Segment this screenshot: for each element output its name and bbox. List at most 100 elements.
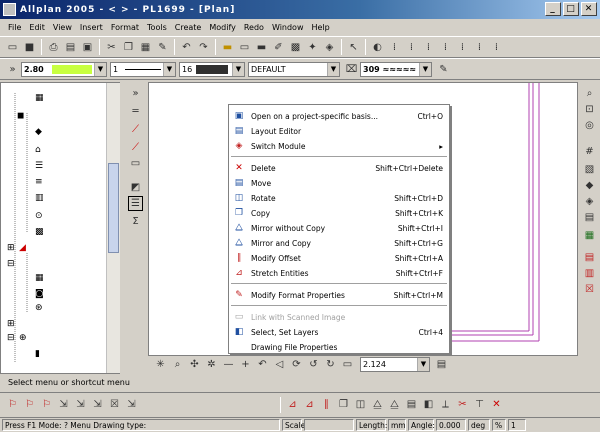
project-tree[interactable]: ▦ ◼ ◆ ⌂ ☰ ≡ ▥ ⊙ ▩ ⊞ ◢ ⊟ ▦ ◙ ⊛ ⊞ ⊟ ⊕ ▮ bbox=[0, 82, 120, 374]
snap-icon-6[interactable]: ⇲ bbox=[90, 397, 105, 412]
grid-icon-1[interactable]: ⁞ bbox=[387, 40, 402, 55]
draw-line-icon[interactable]: ⟋ bbox=[128, 122, 143, 137]
hatch-tool-icon[interactable]: ◩ bbox=[128, 180, 143, 195]
layer-select[interactable]: DEFAULT ▼ bbox=[248, 61, 340, 77]
text-tool-icon[interactable]: ☰ bbox=[128, 196, 143, 211]
minus-icon[interactable]: — bbox=[221, 357, 236, 372]
menu-item-stretch-entities[interactable]: ⊿ Stretch Entities Shift+Ctrl+F bbox=[229, 266, 449, 280]
expand-icon[interactable]: » bbox=[5, 62, 20, 77]
wire-icon[interactable]: ▤ bbox=[582, 210, 597, 225]
chevron-down-icon[interactable]: ▼ bbox=[94, 62, 106, 76]
grid-icon-7[interactable]: ⁞ bbox=[489, 40, 504, 55]
snap-icon-8[interactable]: ⇲ bbox=[124, 397, 139, 412]
menu-item-delete[interactable]: ✕ Delete Shift+Ctrl+Delete bbox=[229, 161, 449, 175]
mirror-copy-tool-icon[interactable]: ⧋ bbox=[387, 397, 402, 412]
layer-icon[interactable]: ▬ bbox=[220, 40, 235, 55]
render-icon[interactable]: ◈ bbox=[582, 194, 597, 209]
pan-icon[interactable]: ✳ bbox=[153, 357, 168, 372]
trim-tool-icon[interactable]: ✂ bbox=[455, 397, 470, 412]
redo-view-icon[interactable]: ↻ bbox=[323, 357, 338, 372]
menu-redo[interactable]: Redo bbox=[240, 23, 268, 32]
zoom-icon[interactable]: ⌕ bbox=[582, 86, 597, 101]
chevron-down-icon[interactable]: ▼ bbox=[417, 357, 429, 371]
close-button[interactable]: ✕ bbox=[581, 2, 597, 16]
line-select[interactable]: 1 ▼ bbox=[110, 61, 176, 77]
menu-item-drawing-file-properties[interactable]: Drawing File Properties bbox=[229, 340, 449, 354]
pencil-icon[interactable]: ✎ bbox=[436, 62, 451, 77]
zoom-combo[interactable]: 2.124 ▼ bbox=[360, 356, 430, 372]
tree-scrollbar[interactable] bbox=[106, 83, 120, 373]
draw-polyline-icon[interactable]: ⟋ bbox=[128, 140, 143, 155]
tree-item-icon[interactable]: ◙ bbox=[35, 289, 45, 299]
tree-item-icon[interactable]: ▦ bbox=[35, 273, 45, 283]
zoom-extents-icon[interactable]: ◎ bbox=[582, 118, 597, 133]
menu-modify[interactable]: Modify bbox=[205, 23, 240, 32]
cut-icon[interactable]: ✂ bbox=[104, 40, 119, 55]
chevron-down-icon[interactable]: ▼ bbox=[327, 62, 339, 76]
tree-collapse-icon[interactable]: ⊟ bbox=[7, 333, 17, 343]
offset-tool-icon[interactable]: ⊿ bbox=[285, 397, 300, 412]
menu-item-layout-editor[interactable]: ▤ Layout Editor bbox=[229, 124, 449, 138]
minimize-button[interactable]: _ bbox=[545, 2, 561, 16]
grid-icon-6[interactable]: ⁞ bbox=[472, 40, 487, 55]
menu-item-modify-format-properties[interactable]: ✎ Modify Format Properties Shift+Ctrl+M bbox=[229, 288, 449, 302]
menu-file[interactable]: File bbox=[4, 23, 25, 32]
solid-icon[interactable]: ◆ bbox=[582, 178, 597, 193]
print-preview-icon[interactable]: ▤ bbox=[63, 40, 78, 55]
tree-item-icon[interactable]: ⊙ bbox=[35, 211, 45, 221]
tree-item-icon[interactable]: ◆ bbox=[35, 127, 45, 137]
zoom-in-icon[interactable]: ⌕ bbox=[170, 357, 185, 372]
snap-icon-7[interactable]: ☒ bbox=[107, 397, 122, 412]
join-tool-icon[interactable]: ⊤ bbox=[472, 397, 487, 412]
stretch-tool-icon[interactable]: ⊿ bbox=[302, 397, 317, 412]
plot-icon[interactable]: ▣ bbox=[80, 40, 95, 55]
tree-scroll-thumb[interactable] bbox=[108, 163, 119, 253]
menu-item-open-project[interactable]: ▣ Open on a project-specific basis... Ct… bbox=[229, 109, 449, 123]
folder-view-icon[interactable]: ▭ bbox=[340, 357, 355, 372]
pen-select[interactable]: 2.80 ▼ bbox=[21, 61, 107, 77]
save-icon[interactable]: ■ bbox=[22, 40, 37, 55]
menu-tools[interactable]: Tools bbox=[143, 23, 171, 32]
parallel-tool-icon[interactable]: ∥ bbox=[319, 397, 334, 412]
menu-item-select-set-layers[interactable]: ◧ Select, Set Layers Ctrl+4 bbox=[229, 325, 449, 339]
move-view-icon[interactable]: ✣ bbox=[187, 357, 202, 372]
grid-snap-icon[interactable]: # bbox=[582, 144, 597, 159]
line-tool-icon[interactable]: ═ bbox=[128, 104, 143, 119]
rotate-tool-icon[interactable]: ◫ bbox=[353, 397, 368, 412]
chevron-down-icon[interactable]: ▼ bbox=[163, 62, 175, 76]
menu-view[interactable]: View bbox=[49, 23, 76, 32]
sun-icon[interactable]: ✲ bbox=[204, 357, 219, 372]
copy-icon[interactable]: ❐ bbox=[121, 40, 136, 55]
modify-tool-icon[interactable]: ◧ bbox=[421, 397, 436, 412]
brush-icon[interactable]: ✎ bbox=[155, 40, 170, 55]
menu-item-switch-module[interactable]: ◈ Switch Module ▸ bbox=[229, 139, 449, 153]
paste-icon[interactable]: ▦ bbox=[138, 40, 153, 55]
tree-item-icon[interactable]: ⌂ bbox=[35, 145, 45, 155]
new-icon[interactable]: ▭ bbox=[5, 40, 20, 55]
layer-tool-icon[interactable]: ⌧ bbox=[344, 62, 359, 77]
extend-tool-icon[interactable]: ⟂ bbox=[438, 397, 453, 412]
print-icon[interactable]: ⎙ bbox=[46, 40, 61, 55]
open-folder-icon[interactable]: ▭ bbox=[237, 40, 252, 55]
list-icon[interactable]: ☒ bbox=[582, 282, 597, 297]
copy-tool-icon[interactable]: ❐ bbox=[336, 397, 351, 412]
maximize-button[interactable]: □ bbox=[563, 2, 579, 16]
tree-item-icon[interactable]: ◢ bbox=[19, 243, 29, 253]
tree-expand-icon[interactable]: ⊞ bbox=[7, 319, 17, 329]
layout-view-icon[interactable]: ▤ bbox=[434, 357, 449, 372]
back-view-icon[interactable]: ↶ bbox=[255, 357, 270, 372]
menu-item-move[interactable]: ▤ Move bbox=[229, 176, 449, 190]
menu-item-modify-offset[interactable]: ∥ Modify Offset Shift+Ctrl+A bbox=[229, 251, 449, 265]
snap-icon-2[interactable]: ⚐ bbox=[22, 397, 37, 412]
grid-icon-3[interactable]: ⁞ bbox=[421, 40, 436, 55]
menu-help[interactable]: Help bbox=[308, 23, 334, 32]
plus-icon[interactable]: + bbox=[238, 357, 253, 372]
menu-window[interactable]: Window bbox=[268, 23, 308, 32]
sum-tool-icon[interactable]: Σ bbox=[128, 214, 143, 229]
tree-expand-icon[interactable]: ⊞ bbox=[7, 243, 17, 253]
refresh-icon[interactable]: ⟳ bbox=[289, 357, 304, 372]
zoom-window-icon[interactable]: ⊡ bbox=[582, 102, 597, 117]
module-tool-icon[interactable]: ◐ bbox=[370, 40, 385, 55]
menu-edit[interactable]: Edit bbox=[25, 23, 49, 32]
snap-icon-1[interactable]: ⚐ bbox=[5, 397, 20, 412]
